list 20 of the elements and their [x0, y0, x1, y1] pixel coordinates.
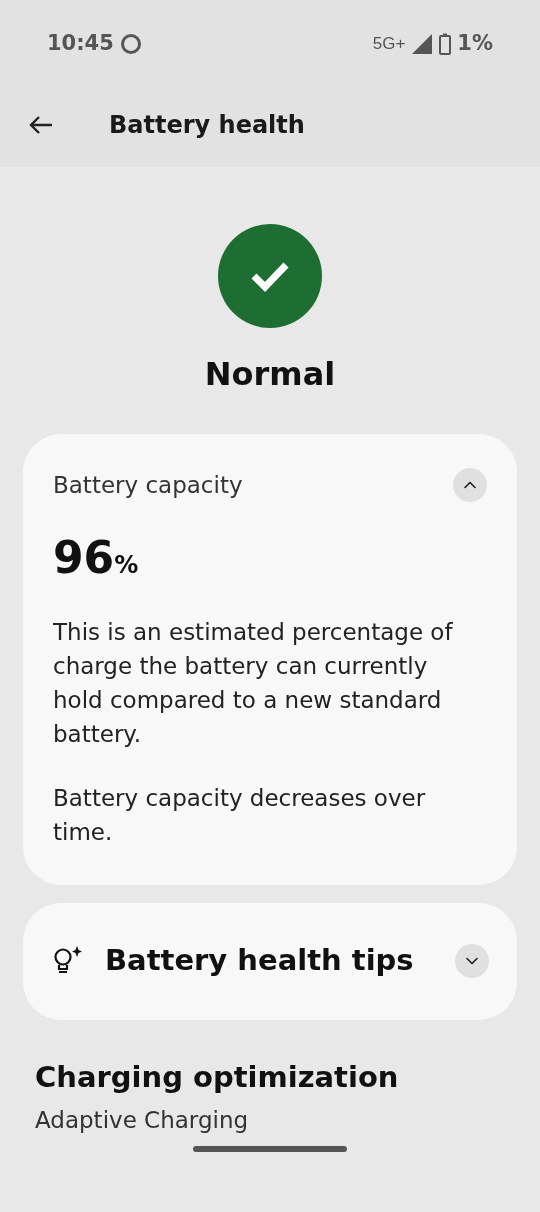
- card-title: Battery capacity: [53, 471, 243, 500]
- description-text: Battery capacity decreases over time.: [53, 783, 427, 847]
- home-indicator[interactable]: [193, 1145, 347, 1152]
- back-arrow-icon: [28, 113, 54, 136]
- description-text: This is an estimated percentage of charge the battery can currently hold compared to a new standard battery.: [53, 617, 454, 749]
- check-icon: [250, 260, 290, 292]
- section-title: Charging optimization: [35, 1058, 400, 1096]
- clock: 10:45: [47, 30, 114, 58]
- capacity-value: 96: [53, 530, 115, 585]
- page-title: Battery health: [109, 109, 305, 141]
- health-status: Normal: [204, 354, 336, 395]
- battery-icon: [439, 33, 452, 55]
- tips-title: Battery health tips: [105, 942, 415, 980]
- network-type: 5G+: [372, 33, 406, 56]
- ring-icon: [119, 33, 142, 55]
- battery-percent: 1%: [457, 30, 493, 58]
- section-subtitle: Adaptive Charging: [35, 1106, 250, 1135]
- tips-card[interactable]: Battery health tips: [23, 902, 517, 1020]
- signal-icon: [411, 33, 434, 55]
- capacity-unit: %: [114, 549, 139, 581]
